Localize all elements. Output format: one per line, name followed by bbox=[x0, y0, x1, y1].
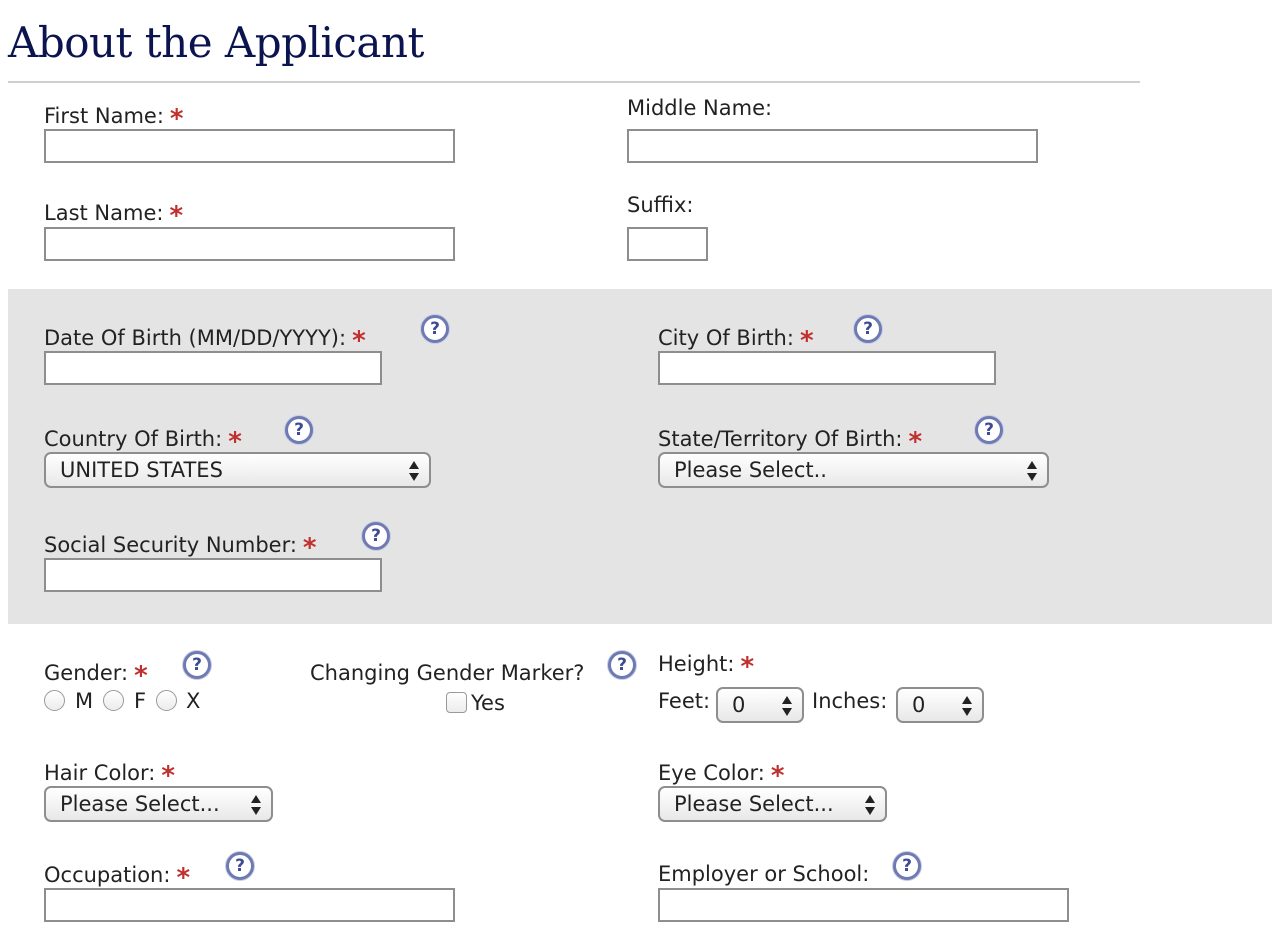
country-of-birth-select[interactable]: UNITED STATES bbox=[44, 452, 431, 488]
state-of-birth-label: State/Territory Of Birth: * bbox=[658, 427, 923, 457]
feet-label: Feet: bbox=[658, 689, 711, 713]
eye-color-label: Eye Color: * bbox=[658, 761, 785, 791]
employer-field[interactable] bbox=[658, 888, 1069, 922]
occupation-field[interactable] bbox=[44, 888, 455, 922]
select-arrows-icon bbox=[251, 795, 261, 815]
required-icon: * bbox=[740, 652, 755, 682]
eye-color-value: Please Select... bbox=[674, 792, 834, 816]
state-of-birth-value: Please Select.. bbox=[674, 458, 827, 482]
title-divider bbox=[8, 81, 1140, 83]
gender-marker-yes-label: Yes bbox=[471, 691, 505, 715]
first-name-label: First Name: * bbox=[44, 104, 184, 134]
height-inches-value: 0 bbox=[912, 693, 926, 717]
select-arrows-icon bbox=[1027, 461, 1037, 481]
gender-help-icon[interactable]: ? bbox=[183, 651, 211, 679]
suffix-field[interactable] bbox=[627, 227, 708, 261]
hair-color-select[interactable]: Please Select... bbox=[44, 786, 273, 822]
state-of-birth-select[interactable]: Please Select.. bbox=[658, 452, 1049, 488]
country-of-birth-value: UNITED STATES bbox=[60, 458, 223, 482]
select-arrows-icon bbox=[782, 696, 792, 716]
gender-option-m-label: M bbox=[75, 689, 94, 713]
city-of-birth-label: City Of Birth: * bbox=[658, 326, 814, 356]
ssn-field[interactable] bbox=[44, 558, 382, 592]
select-arrows-icon bbox=[962, 696, 972, 716]
select-arrows-icon bbox=[409, 461, 419, 481]
occupation-help-icon[interactable]: ? bbox=[226, 852, 254, 880]
height-feet-select[interactable]: 0 bbox=[716, 687, 804, 723]
last-name-label: Last Name: * bbox=[44, 201, 184, 231]
height-inches-select[interactable]: 0 bbox=[896, 687, 984, 723]
country-of-birth-help-icon[interactable]: ? bbox=[285, 416, 313, 444]
city-of-birth-help-icon[interactable]: ? bbox=[854, 315, 882, 343]
country-of-birth-label: Country Of Birth: * bbox=[44, 427, 242, 457]
occupation-label: Occupation: * bbox=[44, 863, 191, 893]
employer-help-icon[interactable]: ? bbox=[893, 852, 921, 880]
first-name-field[interactable] bbox=[44, 129, 455, 163]
city-of-birth-field[interactable] bbox=[658, 351, 996, 385]
gender-label: Gender: * bbox=[44, 661, 148, 691]
gender-radio-f[interactable] bbox=[103, 690, 124, 711]
height-label: Height: * bbox=[658, 652, 755, 682]
gender-marker-yes-checkbox[interactable] bbox=[446, 692, 467, 713]
last-name-field[interactable] bbox=[44, 227, 455, 261]
select-arrows-icon bbox=[865, 795, 875, 815]
suffix-label: Suffix: bbox=[627, 193, 694, 217]
height-feet-value: 0 bbox=[732, 693, 746, 717]
eye-color-select[interactable]: Please Select... bbox=[658, 786, 887, 822]
employer-label: Employer or School: bbox=[658, 862, 870, 886]
gender-option-f-label: F bbox=[134, 689, 147, 713]
gender-marker-label: Changing Gender Marker? bbox=[310, 661, 585, 685]
hair-color-label: Hair Color: * bbox=[44, 761, 175, 791]
page-title: About the Applicant bbox=[8, 18, 424, 67]
ssn-help-icon[interactable]: ? bbox=[362, 522, 390, 550]
gender-option-x-label: X bbox=[186, 689, 201, 713]
middle-name-field[interactable] bbox=[627, 129, 1038, 163]
date-of-birth-field[interactable] bbox=[44, 351, 382, 385]
state-of-birth-help-icon[interactable]: ? bbox=[975, 416, 1003, 444]
gender-radio-m[interactable] bbox=[44, 690, 65, 711]
gender-marker-help-icon[interactable]: ? bbox=[608, 651, 636, 679]
date-of-birth-label: Date Of Birth (MM/DD/YYYY): * bbox=[44, 326, 366, 356]
date-of-birth-help-icon[interactable]: ? bbox=[421, 315, 449, 343]
ssn-label: Social Security Number: * bbox=[44, 533, 317, 563]
middle-name-label: Middle Name: bbox=[627, 96, 773, 120]
required-icon: * bbox=[134, 661, 148, 691]
hair-color-value: Please Select... bbox=[60, 792, 220, 816]
gender-radio-x[interactable] bbox=[156, 690, 177, 711]
inches-label: Inches: bbox=[812, 689, 888, 713]
